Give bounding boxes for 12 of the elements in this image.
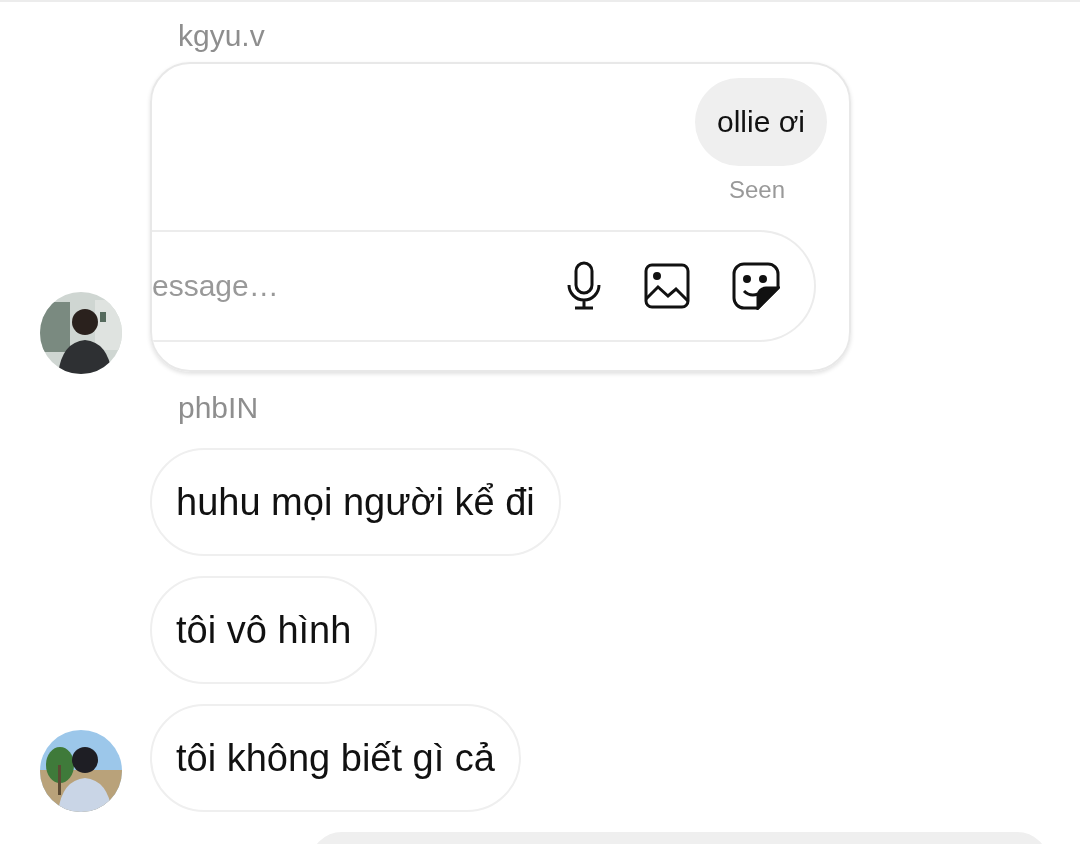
sticker-icon[interactable] — [732, 262, 780, 310]
image-icon[interactable] — [644, 263, 690, 309]
sender-name: phbIN — [178, 390, 260, 426]
microphone-icon[interactable] — [566, 261, 602, 311]
seen-status: Seen — [728, 176, 785, 204]
message-bubble: huhu mọi người kể đi — [150, 448, 561, 556]
message-bubble: tôi không biết gì cả — [150, 704, 521, 812]
message-bubble: ollie ơi — [694, 78, 827, 166]
shared-screenshot[interactable]: ollie ơi Seen essage… — [150, 62, 851, 372]
message-bubble: tôi vô hình — [150, 576, 378, 684]
sender-name: kgyu.v — [178, 18, 266, 54]
message-field: essage… — [152, 230, 816, 342]
